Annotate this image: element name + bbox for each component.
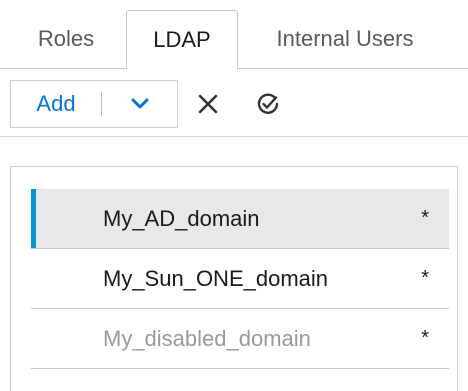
domain-name: My_disabled_domain — [103, 326, 311, 351]
delete-button[interactable] — [192, 88, 224, 120]
toolbar: Add — [0, 80, 468, 130]
domain-list: My_AD_domain * My_Sun_ONE_domain * My_di… — [31, 189, 449, 369]
list-item-my-ad-domain[interactable]: My_AD_domain * — [31, 189, 449, 249]
domain-list-panel: My_AD_domain * My_Sun_ONE_domain * My_di… — [10, 166, 458, 391]
add-button[interactable]: Add — [11, 81, 101, 127]
chevron-down-icon — [131, 98, 148, 109]
tab-ldap[interactable]: LDAP — [126, 10, 238, 69]
domain-marker: * — [421, 327, 429, 349]
check-circle-icon — [257, 93, 279, 114]
close-icon — [198, 94, 218, 114]
ldap-settings-view: Roles LDAP Internal Users Add My_AD_doma… — [0, 0, 468, 391]
domain-marker: * — [421, 267, 429, 289]
selection-indicator — [31, 189, 36, 248]
domain-name: My_AD_domain — [103, 206, 260, 231]
tab-bar: Roles LDAP Internal Users — [0, 10, 468, 69]
domain-name: My_Sun_ONE_domain — [103, 266, 329, 291]
tab-roles[interactable]: Roles — [12, 10, 120, 68]
tab-internal-users[interactable]: Internal Users — [240, 10, 450, 68]
add-split-button: Add — [10, 80, 178, 128]
validate-button[interactable] — [252, 88, 284, 120]
domain-marker: * — [421, 207, 429, 229]
list-item-my-disabled-domain[interactable]: My_disabled_domain * — [31, 309, 449, 369]
add-dropdown-button[interactable] — [102, 81, 177, 127]
toolbar-divider — [0, 136, 468, 137]
list-item-my-sun-one-domain[interactable]: My_Sun_ONE_domain * — [31, 249, 449, 309]
